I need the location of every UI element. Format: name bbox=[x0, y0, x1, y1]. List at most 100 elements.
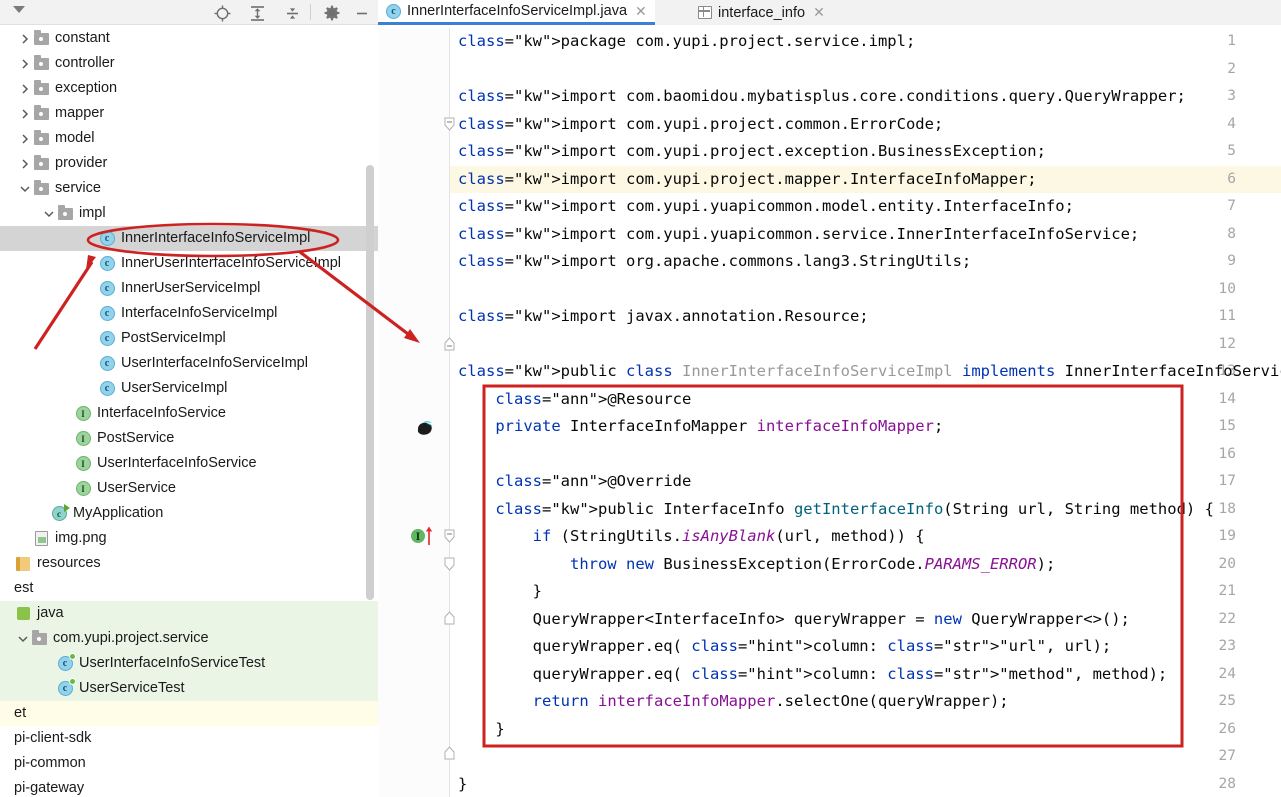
code-line[interactable]: class="kw">package com.yupi.project.serv… bbox=[458, 28, 915, 56]
chevron-right-icon[interactable] bbox=[18, 101, 32, 126]
close-icon[interactable]: ✕ bbox=[635, 3, 647, 20]
code-line[interactable]: class="ann">@Resource bbox=[458, 386, 691, 414]
implementing-method-icon[interactable]: I bbox=[410, 525, 438, 551]
code-line[interactable]: class="kw">import com.yupi.yuapicommon.s… bbox=[458, 221, 1139, 249]
tree-item-label: impl bbox=[79, 205, 106, 221]
tree-item-label: com.yupi.project.service bbox=[53, 630, 209, 646]
tree-item[interactable]: c PostServiceImpl bbox=[0, 326, 378, 351]
tree-item[interactable]: pi-gateway bbox=[0, 776, 378, 797]
tab-interface_info[interactable]: interface_info ✕ bbox=[690, 0, 833, 25]
project-tree[interactable]: constant controller exception mapper model pr… bbox=[0, 26, 378, 797]
code-line[interactable]: QueryWrapper<InterfaceInfo> queryWrapper… bbox=[458, 606, 1130, 634]
tree-item[interactable]: model bbox=[0, 126, 378, 151]
tree-item[interactable]: impl bbox=[0, 201, 378, 226]
code-line[interactable]: class="kw">import org.apache.commons.lan… bbox=[458, 248, 971, 276]
tree-item[interactable]: c UserInterfaceInfoServiceTest bbox=[0, 651, 378, 676]
chevron-right-icon[interactable] bbox=[18, 26, 32, 51]
minimize-icon[interactable] bbox=[352, 3, 372, 23]
chevron-down-icon[interactable] bbox=[18, 176, 32, 201]
line-number: 20 bbox=[1218, 555, 1236, 572]
chevron-down-icon[interactable] bbox=[42, 201, 56, 226]
tree-item[interactable]: I InterfaceInfoService bbox=[0, 401, 378, 426]
tree-item[interactable]: c InnerInterfaceInfoServiceImpl bbox=[0, 226, 378, 251]
tree-item[interactable]: java bbox=[0, 601, 378, 626]
code-line[interactable]: throw new BusinessException(ErrorCode.PA… bbox=[458, 551, 1055, 579]
folder-icon bbox=[30, 629, 48, 648]
editor-gutter[interactable] bbox=[378, 28, 450, 797]
java-class-icon: c bbox=[98, 355, 116, 373]
tree-item[interactable]: et bbox=[0, 701, 378, 726]
tree-item[interactable]: controller bbox=[0, 51, 378, 76]
tree-item[interactable]: c MyApplication bbox=[0, 501, 378, 526]
code-line[interactable]: return interfaceInfoMapper.selectOne(que… bbox=[458, 688, 1009, 716]
code-line[interactable]: class="ann">@Override bbox=[458, 468, 691, 496]
code-line[interactable]: class="kw">import com.baomidou.mybatispl… bbox=[458, 83, 1186, 111]
tree-item[interactable]: est bbox=[0, 576, 378, 601]
code-line[interactable]: } bbox=[458, 771, 467, 797]
tree-item[interactable]: com.yupi.project.service bbox=[0, 626, 378, 651]
code-line[interactable]: class="kw">import com.yupi.yuapicommon.m… bbox=[458, 193, 1074, 221]
line-number: 12 bbox=[1218, 335, 1236, 352]
locate-target-icon[interactable] bbox=[212, 3, 232, 23]
code-line[interactable]: class="kw">public InterfaceInfo getInter… bbox=[458, 496, 1214, 524]
collapse-all-icon[interactable] bbox=[282, 3, 302, 23]
tree-item[interactable]: I UserService bbox=[0, 476, 378, 501]
line-number: 4 bbox=[1227, 115, 1236, 132]
code-editor[interactable]: 1 class="kw">package com.yupi.project.ser… bbox=[378, 28, 1281, 797]
code-line[interactable]: class="kw">import com.yupi.project.mappe… bbox=[458, 166, 1037, 194]
tree-item[interactable]: c InnerUserInterfaceInfoServiceImpl bbox=[0, 251, 378, 276]
tree-item[interactable]: img.png bbox=[0, 526, 378, 551]
tab-label: interface_info bbox=[718, 4, 806, 21]
tree-item[interactable]: pi-client-sdk bbox=[0, 726, 378, 751]
tree-item[interactable]: I UserInterfaceInfoService bbox=[0, 451, 378, 476]
chevron-down-icon[interactable] bbox=[16, 626, 30, 651]
tree-item[interactable]: resources bbox=[0, 551, 378, 576]
chevron-right-icon[interactable] bbox=[18, 51, 32, 76]
code-line[interactable]: queryWrapper.eq( class="hint">column: cl… bbox=[458, 633, 1112, 661]
panel-options-icon[interactable] bbox=[13, 6, 25, 13]
chevron-right-icon[interactable] bbox=[18, 151, 32, 176]
code-line[interactable]: private InterfaceInfoMapper interfaceInf… bbox=[458, 413, 943, 441]
fold-marker-icon[interactable] bbox=[444, 611, 455, 625]
fold-marker-icon[interactable] bbox=[444, 337, 455, 351]
code-line[interactable]: if (StringUtils.isAnyBlank(url, method))… bbox=[458, 523, 925, 551]
tree-item[interactable]: c InterfaceInfoServiceImpl bbox=[0, 301, 378, 326]
fold-marker-icon[interactable] bbox=[444, 529, 455, 543]
tree-item[interactable]: service bbox=[0, 176, 378, 201]
toolbar-divider bbox=[310, 4, 311, 20]
tab-InnerInterfaceInfoServiceImpl[interactable]: c InnerInterfaceInfoServiceImpl.java ✕ bbox=[378, 0, 655, 25]
image-file-icon bbox=[32, 530, 50, 548]
code-line[interactable]: class="kw">import com.yupi.project.excep… bbox=[458, 138, 1046, 166]
code-line[interactable]: } bbox=[458, 716, 504, 744]
tree-item[interactable]: I PostService bbox=[0, 426, 378, 451]
tree-item[interactable]: constant bbox=[0, 26, 378, 51]
code-line[interactable]: } bbox=[458, 578, 542, 606]
chevron-right-icon[interactable] bbox=[18, 126, 32, 151]
tree-item[interactable]: provider bbox=[0, 151, 378, 176]
fold-marker-icon[interactable] bbox=[444, 557, 455, 571]
tree-item[interactable]: c InnerUserServiceImpl bbox=[0, 276, 378, 301]
tree-item[interactable]: exception bbox=[0, 76, 378, 101]
sidebar-scrollbar-thumb[interactable] bbox=[366, 165, 374, 600]
java-interface-icon: I bbox=[74, 480, 92, 498]
tree-item[interactable]: mapper bbox=[0, 101, 378, 126]
tree-item[interactable]: c UserServiceTest bbox=[0, 676, 378, 701]
code-line[interactable]: queryWrapper.eq( class="hint">column: cl… bbox=[458, 661, 1168, 689]
close-icon[interactable]: ✕ bbox=[813, 4, 825, 21]
tree-item[interactable]: c UserInterfaceInfoServiceImpl bbox=[0, 351, 378, 376]
folder-icon bbox=[32, 129, 50, 148]
fold-marker-icon[interactable] bbox=[444, 746, 455, 760]
settings-gear-icon[interactable] bbox=[322, 3, 342, 23]
tree-item[interactable]: pi-common bbox=[0, 751, 378, 776]
code-line[interactable]: class="kw">import com.yupi.project.commo… bbox=[458, 111, 943, 139]
expand-all-icon[interactable] bbox=[247, 3, 267, 23]
code-line[interactable]: class="kw">public class InnerInterfaceIn… bbox=[458, 358, 1281, 386]
fold-marker-icon[interactable] bbox=[444, 117, 455, 131]
tree-item[interactable]: c UserServiceImpl bbox=[0, 376, 378, 401]
chevron-right-icon[interactable] bbox=[18, 76, 32, 101]
spring-bean-icon[interactable] bbox=[414, 418, 436, 442]
editor-tab-bar: c InnerInterfaceInfoServiceImpl.java ✕ i… bbox=[378, 0, 1281, 25]
tree-arrow-empty bbox=[60, 426, 74, 451]
code-line[interactable]: class="kw">import javax.annotation.Resou… bbox=[458, 303, 869, 331]
line-number: 21 bbox=[1218, 583, 1236, 599]
